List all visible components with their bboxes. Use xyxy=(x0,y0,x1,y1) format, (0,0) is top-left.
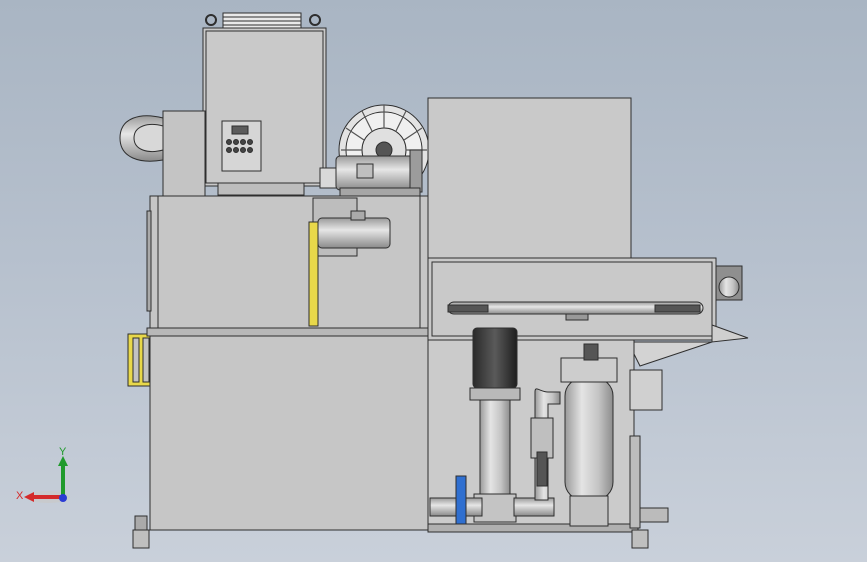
top-vent-grille xyxy=(205,12,321,30)
axis-triad: Y X xyxy=(16,446,70,503)
control-cabinet[interactable] xyxy=(202,27,327,196)
x-axis-label: X xyxy=(16,490,24,502)
fan-housing xyxy=(119,110,206,197)
cad-viewport[interactable]: Y X xyxy=(0,0,867,562)
y-axis-label: Y xyxy=(59,446,67,458)
lower-cabinet xyxy=(132,327,429,549)
blower-motor xyxy=(319,149,423,197)
upper-right-tank xyxy=(427,97,632,261)
z-axis-dot xyxy=(59,494,67,502)
upper-body-section xyxy=(146,195,429,329)
machine-model[interactable]: Y X xyxy=(0,0,867,562)
yellow-level-rod xyxy=(308,221,319,327)
